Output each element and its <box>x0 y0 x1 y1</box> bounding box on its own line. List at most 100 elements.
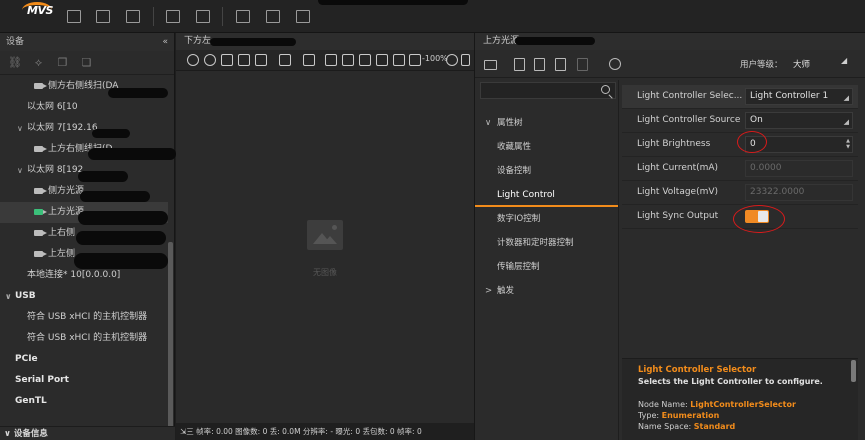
device-info-section[interactable]: ∨ 设备信息 <box>0 426 175 440</box>
chevron-down-icon[interactable]: ◢ <box>844 115 849 130</box>
property-input: 0.0000 <box>745 160 853 177</box>
description-title: Light Controller Selector <box>638 365 757 375</box>
device-tree-item[interactable]: PCIe <box>0 349 168 370</box>
edit-icon[interactable] <box>126 10 140 23</box>
chart-icon[interactable] <box>325 54 337 66</box>
property-value: On <box>750 115 763 125</box>
namespace-value: Standard <box>693 422 736 431</box>
property-search-input[interactable] <box>480 82 616 99</box>
load-icon[interactable] <box>534 58 545 71</box>
camera-icon <box>34 146 47 152</box>
tree-caret-icon[interactable]: ∨ <box>17 118 23 139</box>
fullscreen-icon[interactable] <box>196 10 210 23</box>
type-line: Type: Enumeration <box>638 410 842 421</box>
display-icon[interactable] <box>166 10 180 23</box>
no-image-text: 无图像 <box>313 268 337 277</box>
snapshot-icon[interactable] <box>238 54 250 66</box>
category-label: 收藏属性 <box>497 142 532 152</box>
open-folder-icon[interactable] <box>67 10 81 23</box>
property-row: Light Controller Selec... Light Controlle… <box>622 85 858 109</box>
property-description: Light Controller Selector Selects the Li… <box>622 358 858 440</box>
toolbar-divider <box>153 7 154 26</box>
warning-icon[interactable] <box>359 54 371 66</box>
property-name: Light Sync Output <box>637 211 719 221</box>
tree-caret-icon[interactable]: ∨ <box>17 160 23 181</box>
device-tree-item[interactable]: 符合 USB xHCI 的主机控制器 <box>0 307 168 328</box>
category-caret-icon[interactable]: > <box>485 279 497 303</box>
more-icon[interactable] <box>461 54 470 66</box>
stop-icon[interactable] <box>187 54 199 66</box>
redaction <box>78 171 128 182</box>
link-icon[interactable]: ⛓ <box>8 56 22 69</box>
category-item[interactable]: Light Control <box>475 183 618 207</box>
category-item[interactable]: 计数器和定时器控制 <box>475 231 618 255</box>
copy-icon[interactable]: ❐ <box>56 56 69 69</box>
property-select[interactable]: Light Controller 1 ◢ <box>745 88 853 105</box>
category-item[interactable]: 传输层控制 <box>475 255 618 279</box>
toolbar-divider <box>222 7 223 26</box>
description-scrollbar[interactable] <box>851 360 856 382</box>
property-select[interactable]: On ◢ <box>745 112 853 129</box>
import-icon[interactable] <box>514 58 525 71</box>
grid-icon[interactable] <box>279 54 291 66</box>
redaction <box>80 191 150 202</box>
node-name-line: Node Name: LightControllerSelector <box>638 399 842 410</box>
image-settings-icon[interactable] <box>266 10 280 23</box>
refresh-icon[interactable] <box>609 58 621 70</box>
document-icon[interactable] <box>296 10 310 23</box>
save-icon[interactable] <box>96 10 110 23</box>
namespace-label: Name Space: <box>638 422 694 431</box>
device-tree-item[interactable]: 以太网 6[10 <box>0 97 168 118</box>
redaction <box>76 231 166 245</box>
category-label: Light Control <box>497 190 555 200</box>
play-icon[interactable] <box>204 54 216 66</box>
chevron-down-icon[interactable]: ◢ <box>844 91 849 106</box>
redaction <box>92 129 130 138</box>
type-label: Type: <box>638 411 662 420</box>
device-tree-item[interactable]: ∨ USB <box>0 286 168 307</box>
crop-icon[interactable] <box>221 54 233 66</box>
paste-icon[interactable]: ❏ <box>80 56 93 69</box>
device-tree-scrollbar[interactable] <box>168 242 173 440</box>
device-tree-item[interactable]: ∨ 以太网 7[192.16 <box>0 118 168 139</box>
category-caret-icon[interactable]: ∨ <box>485 111 497 135</box>
property-row: Light Voltage(mV) 23322.0000 <box>622 181 858 205</box>
tree-caret-icon[interactable]: ∨ <box>5 286 12 307</box>
category-item[interactable]: ∨ 属性树 <box>475 111 618 135</box>
device-tree-item[interactable]: 符合 USB xHCI 的主机控制器 <box>0 328 168 349</box>
category-tree: ∨ 属性树收藏属性设备控制 Light Control 数字IO控制计数器和定时器控制… <box>475 111 618 303</box>
zoom-out-icon[interactable] <box>409 54 421 66</box>
category-label: 数字IO控制 <box>497 214 541 224</box>
category-label: 属性树 <box>497 118 523 128</box>
swap-icon[interactable] <box>376 54 388 66</box>
device-tree-item[interactable]: GenTL <box>0 391 168 412</box>
category-item[interactable]: > 触发 <box>475 279 618 303</box>
export-icon[interactable] <box>484 60 497 70</box>
device-tree-label: 以太网 6[10 <box>27 102 78 112</box>
category-item[interactable]: 数字IO控制 <box>475 207 618 231</box>
search-icon[interactable] <box>601 85 610 94</box>
category-label: 传输层控制 <box>497 262 540 272</box>
save-params-icon[interactable] <box>555 58 566 71</box>
app-logo: MVS <box>12 0 53 20</box>
panel-divider <box>618 80 619 440</box>
device-panel-title: 设备 « <box>0 33 174 51</box>
chevron-down-icon[interactable]: ◢ <box>841 56 847 65</box>
node-name-label: Node Name: <box>638 400 691 409</box>
fit-icon[interactable] <box>393 54 405 66</box>
redaction <box>515 37 595 45</box>
zoom-in-icon[interactable] <box>446 54 458 66</box>
category-item[interactable]: 设备控制 <box>475 159 618 183</box>
record-icon[interactable] <box>255 54 267 66</box>
table-icon[interactable] <box>303 54 315 66</box>
unlink-icon[interactable]: ⟡ <box>32 56 45 69</box>
waveform-icon[interactable] <box>236 10 250 23</box>
spinner-arrows-icon[interactable]: ▲ ▼ <box>846 138 850 150</box>
rgb-icon[interactable] <box>342 54 354 66</box>
device-tree-item[interactable]: Serial Port <box>0 370 168 391</box>
collapse-icon[interactable]: « <box>162 33 168 51</box>
category-label: 计数器和定时器控制 <box>497 238 574 248</box>
image-status-bar: ⇲三 帧率: 0.00 图像数: 0 丢: 0.0M 分辨率: - 曝光: 0 … <box>176 423 474 440</box>
category-item[interactable]: 收藏属性 <box>475 135 618 159</box>
user-level-select[interactable]: 大师 <box>793 58 810 70</box>
